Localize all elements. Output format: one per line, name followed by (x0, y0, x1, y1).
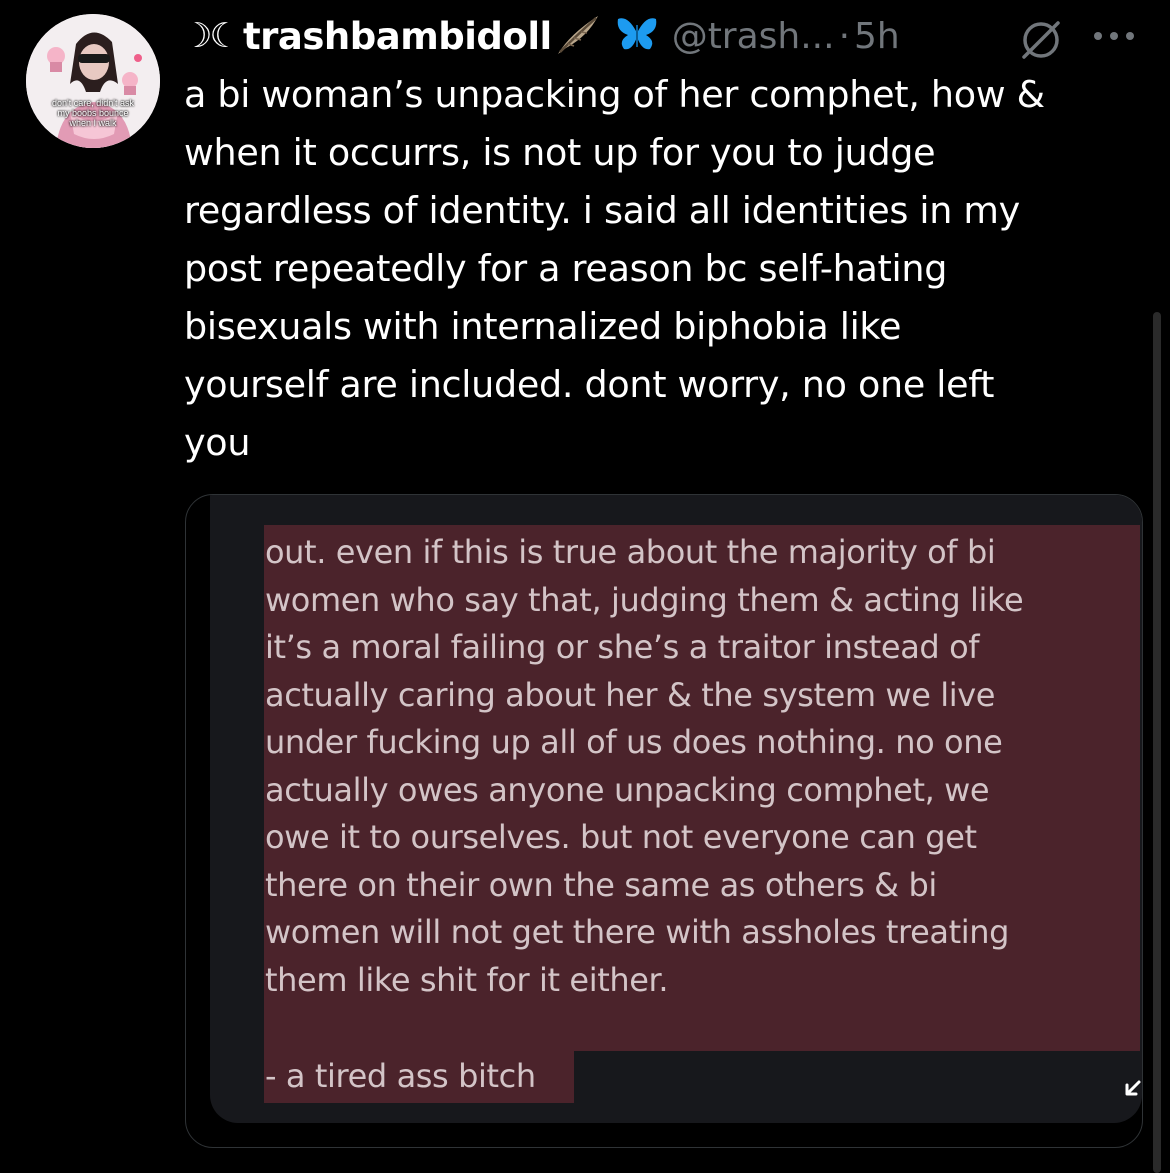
butterfly-icon (616, 15, 658, 57)
screenshot-signoff: - a tired ass bitch (265, 1057, 536, 1095)
post-header: ☽☾ trashbambidoll @trash... · 5h (182, 10, 1142, 62)
avatar-caption-line: when I walk (69, 118, 117, 128)
screenshot-text: out. even if this is true about the majo… (265, 533, 1024, 999)
separator-dot: · (838, 15, 851, 57)
moon-glyphs: ☽☾ (182, 16, 240, 56)
media-card[interactable]: out. even if this is true about the majo… (185, 494, 1143, 1148)
post-text: a bi woman’s unpacking of her comphet, h… (184, 73, 1045, 464)
author-display-name[interactable]: trashbambidoll (243, 15, 552, 58)
feather-icon (554, 12, 602, 60)
avatar-caption-line: my boobs bounce (57, 108, 129, 118)
post-time[interactable]: 5h (854, 16, 900, 57)
more-options-icon[interactable] (1090, 28, 1138, 47)
expand-arrow-icon[interactable] (1124, 1079, 1142, 1101)
scrollbar[interactable] (1153, 312, 1161, 1173)
author-handle[interactable]: @trash... (672, 16, 835, 57)
avatar-caption: don't care, didn't ask my boobs bounce w… (26, 98, 160, 128)
avatar[interactable]: don't care, didn't ask my boobs bounce w… (26, 14, 160, 148)
avatar-caption-line: don't care, didn't ask (52, 98, 134, 108)
grok-icon[interactable] (1018, 17, 1064, 67)
screenshot-image: out. even if this is true about the majo… (210, 495, 1142, 1123)
